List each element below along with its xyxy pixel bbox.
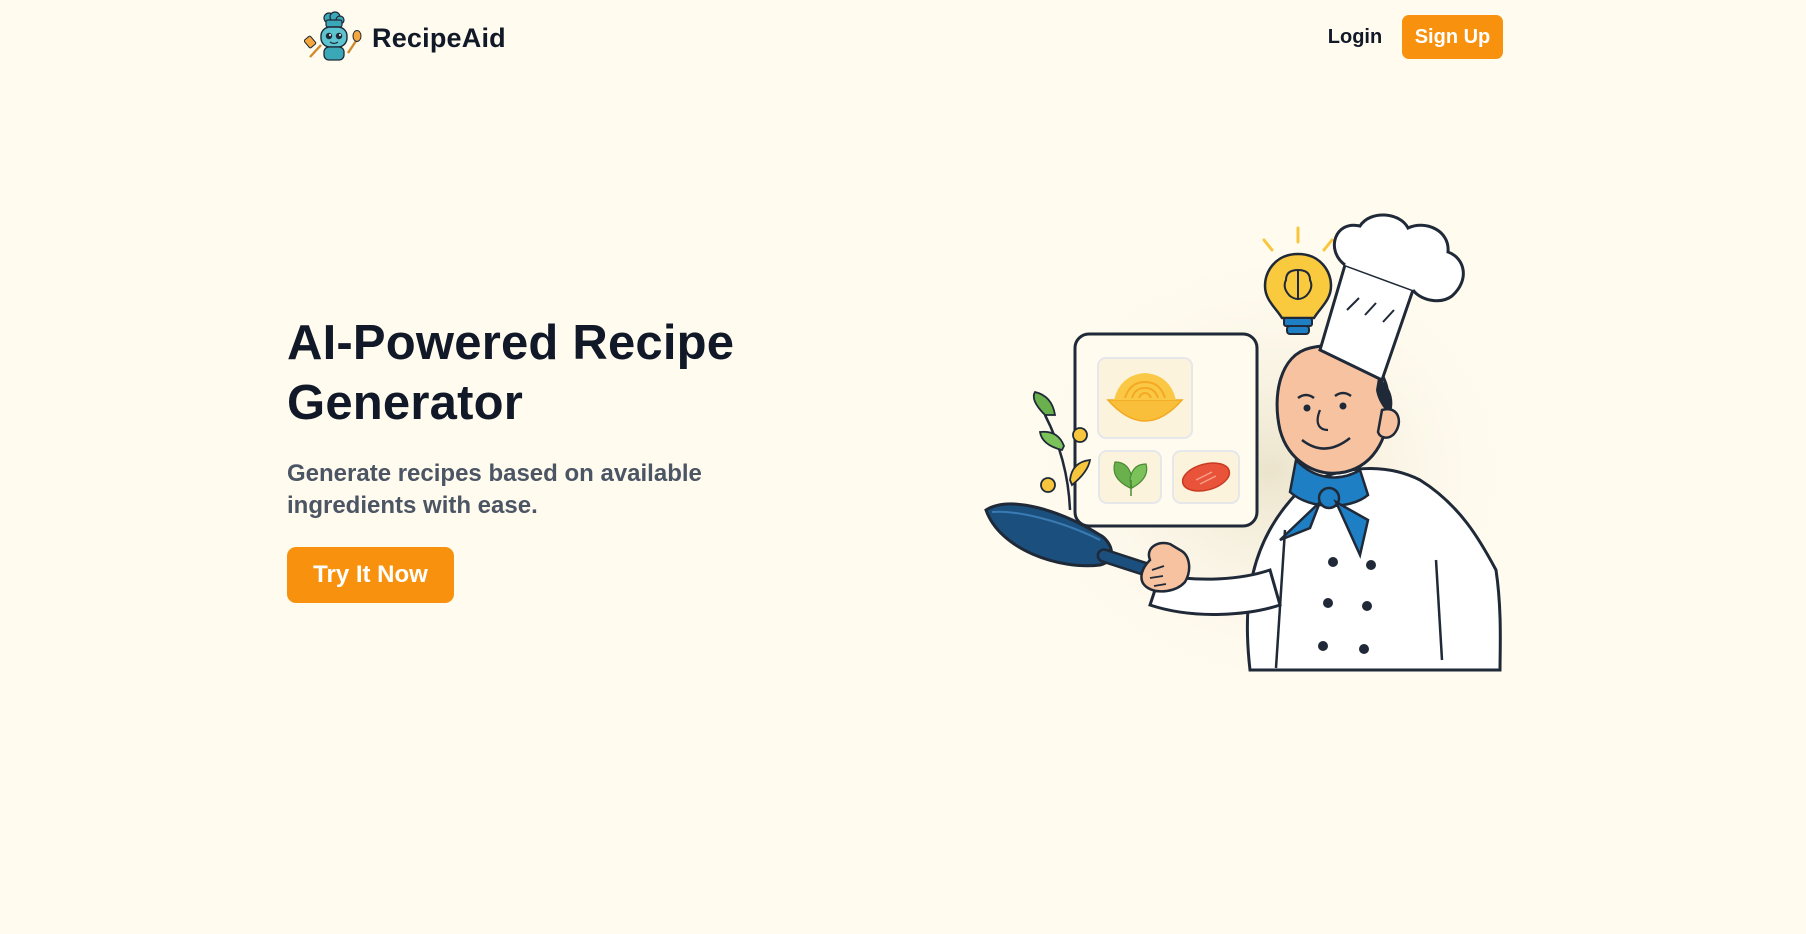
- try-it-now-button[interactable]: Try It Now: [287, 547, 454, 603]
- signup-button[interactable]: Sign Up: [1402, 15, 1503, 59]
- chef-robot-icon: [304, 11, 362, 61]
- top-navbar: RecipeAid Login Sign Up: [0, 0, 1806, 76]
- recipe-card: [1073, 332, 1259, 528]
- chef-illustration: [984, 213, 1520, 700]
- login-link[interactable]: Login: [1320, 15, 1390, 59]
- brand-name: RecipeAid: [372, 22, 506, 53]
- brand-link[interactable]: RecipeAid: [304, 8, 506, 68]
- hero-subtitle: Generate recipes based on available ingr…: [287, 460, 702, 519]
- hero-title: AI-Powered Recipe Generator: [287, 316, 735, 430]
